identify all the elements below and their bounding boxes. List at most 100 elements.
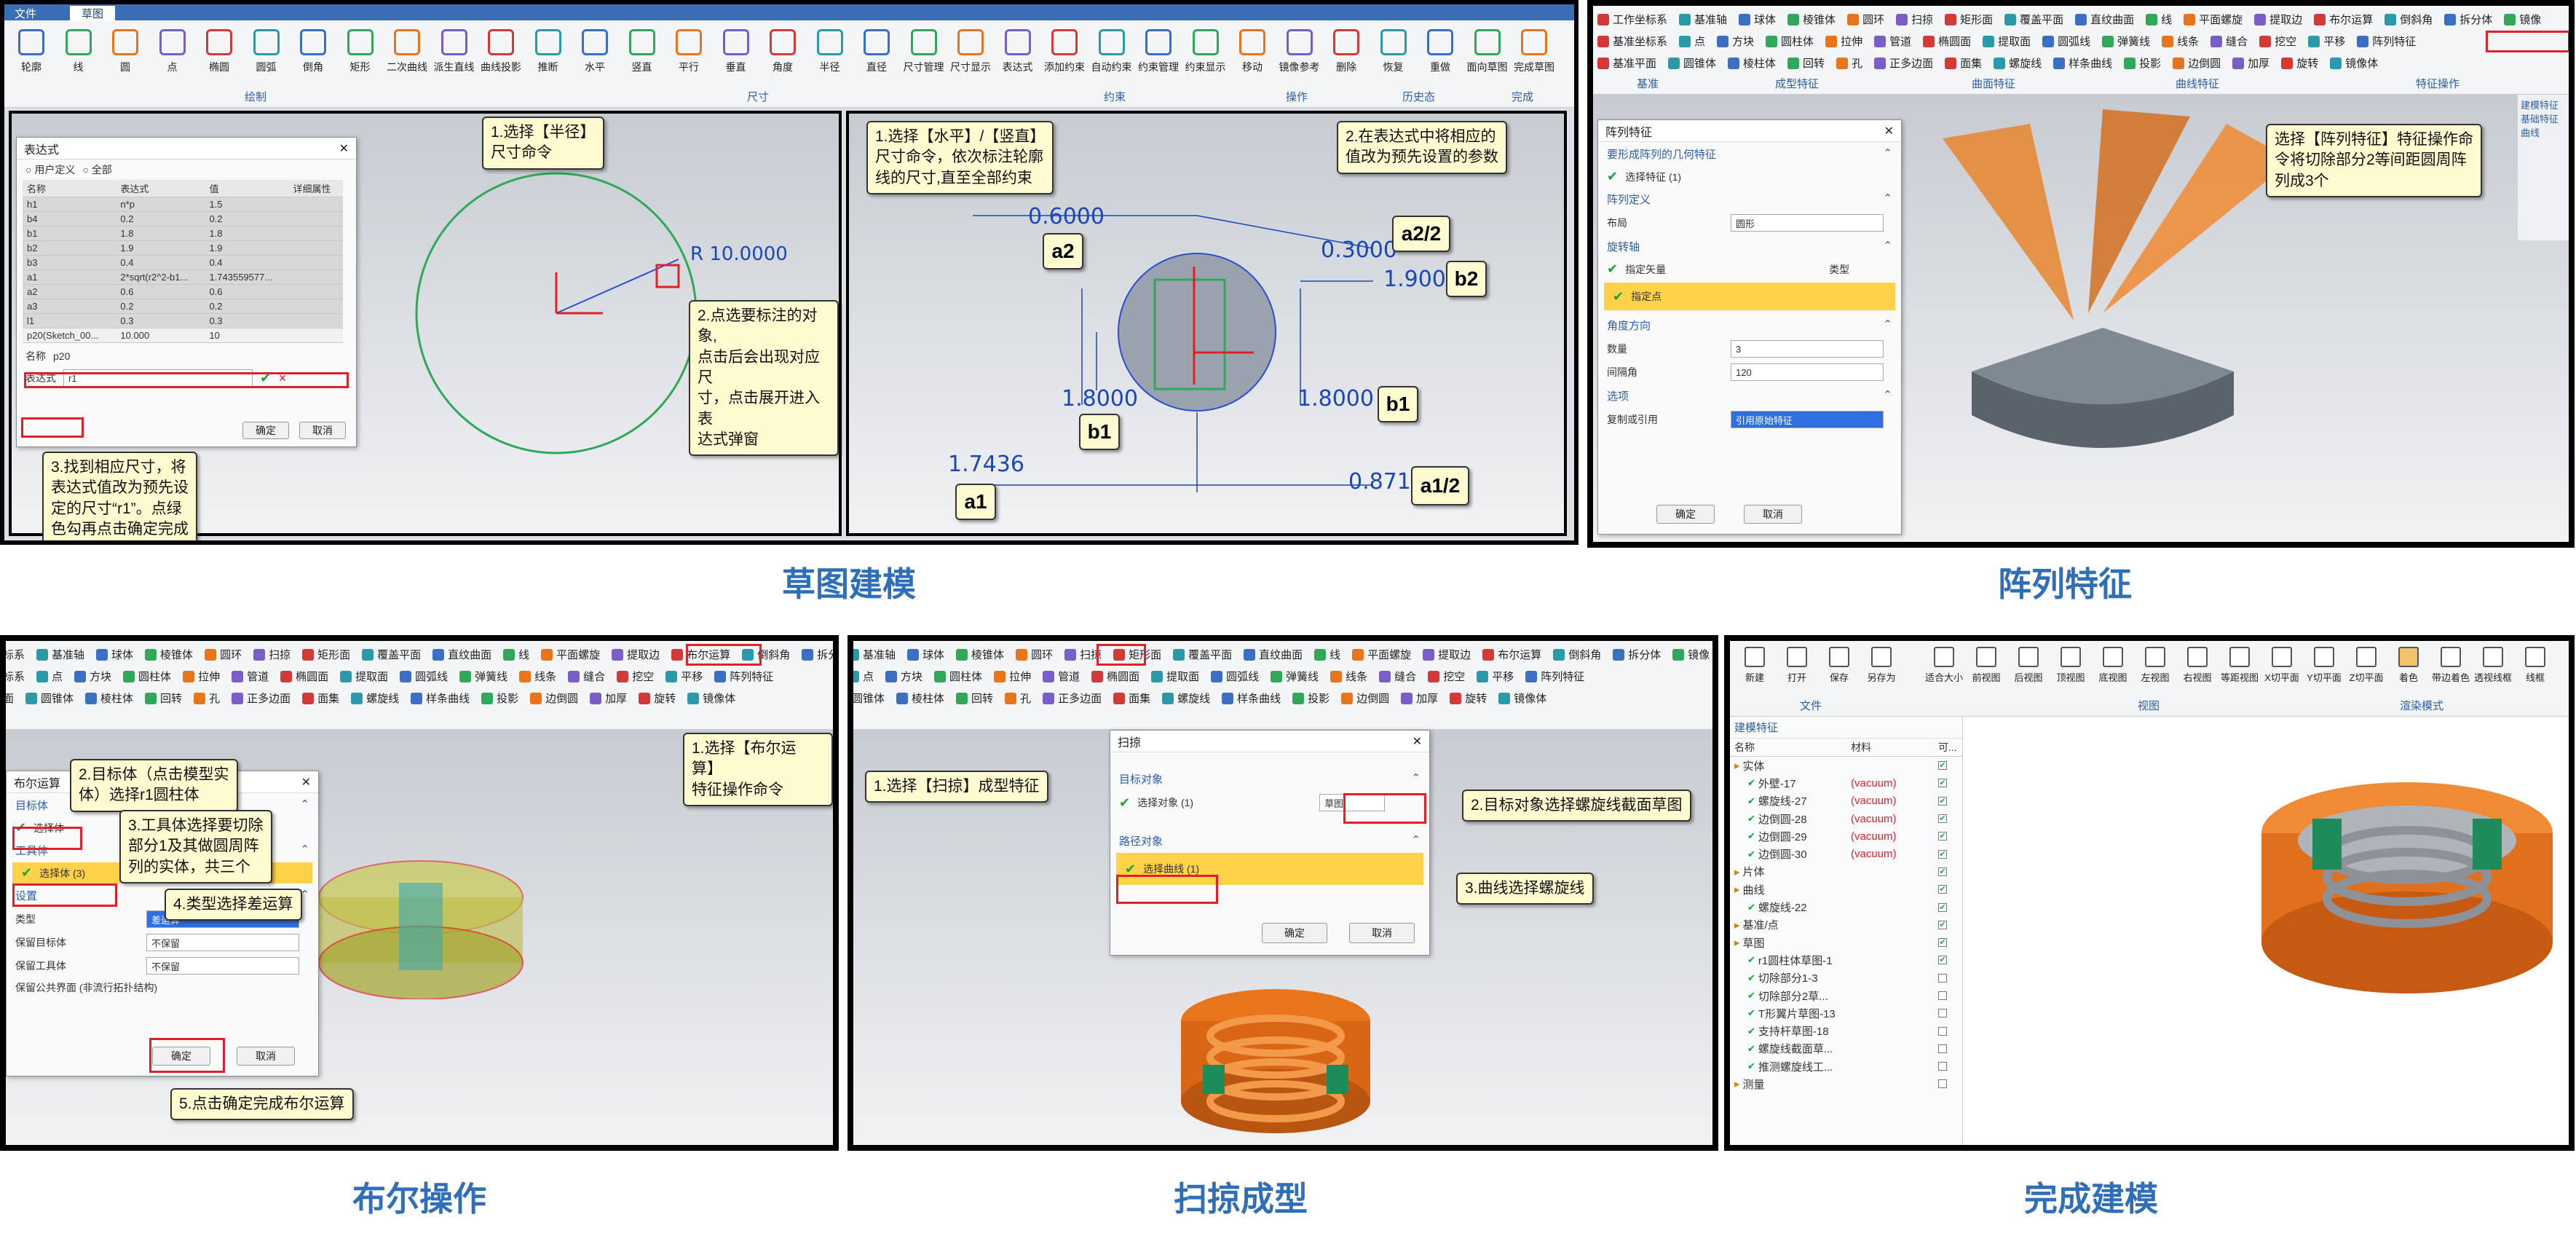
visibility-checkbox[interactable]: ✔ [1938, 796, 1947, 806]
filter-all[interactable]: ○ 全部 [82, 162, 111, 177]
ribbon-item[interactable]: 管道 [1874, 34, 1911, 49]
table-row[interactable]: l1 0.3 0.3 [23, 313, 343, 328]
ribbon-item[interactable]: 镜像体 [687, 690, 735, 706]
ribbon-item[interactable]: 棱柱体 [896, 690, 944, 706]
ribbon-item[interactable]: 棱柱体 [85, 690, 133, 706]
select-target[interactable]: 选择对象 (1) [1137, 795, 1312, 810]
ribbon-item[interactable]: 球体 [907, 647, 944, 662]
ribbon-item[interactable]: 方块 [885, 669, 922, 684]
ribbon-item[interactable]: 方块 [1717, 34, 1754, 49]
tool-button-30[interactable]: 重做 [1418, 25, 1463, 83]
tab-file[interactable]: 文件 [15, 6, 36, 21]
ribbon-item[interactable]: 工作坐标系 [6, 647, 25, 662]
table-row[interactable]: p20(Sketch_00... 10.000 10 [23, 328, 343, 343]
sketch-viewport-radius[interactable]: R 10.0000 1.选择【半径】 尺寸命令 2.点选要标注的对象, 点击后会… [9, 111, 842, 540]
ribbon-item[interactable]: 回转 [1787, 55, 1825, 71]
ribbon-item[interactable]: 提取面 [1151, 669, 1199, 684]
ribbon-item[interactable]: 圆柱体 [934, 669, 982, 684]
ribbon-item[interactable]: 面集 [302, 690, 339, 706]
ribbon-item[interactable]: 样条曲线 [2053, 55, 2112, 71]
cancel-button[interactable]: 取消 [1744, 505, 1802, 524]
ribbon-item[interactable]: 提取边 [612, 647, 660, 662]
array-viewport[interactable]: 选择【阵列特征】特征操作命 令将切除部分2等间距圆周阵 列成3个 建模特征 基础… [1593, 95, 2569, 542]
ribbon-item[interactable]: 面集 [1113, 690, 1150, 706]
ribbon-item[interactable]: 覆盖平面 [1173, 647, 1232, 662]
ribbon-item[interactable]: 圆弧线 [1211, 669, 1259, 684]
tree-item[interactable]: ▸ 测量 [1734, 1075, 1958, 1093]
ribbon-item[interactable]: 球体 [96, 647, 133, 662]
ribbon-item[interactable]: 圆环 [1847, 12, 1884, 27]
tab-sketch[interactable]: 草图 [70, 6, 116, 21]
tree-item[interactable]: ✔ 切除部分1-3 [1734, 969, 1958, 987]
cancel-button[interactable]: 取消 [1349, 923, 1415, 943]
ribbon-item[interactable]: 面集 [1945, 55, 1982, 71]
table-row[interactable]: a1 2*sqrt(r2^2-b1... 1.743559577... [23, 269, 343, 285]
ribbon-item[interactable]: 棱柱体 [1728, 55, 1776, 71]
tool-button-5[interactable]: 圆弧 [244, 25, 289, 83]
tool-button-27[interactable]: 镜像参考 [1277, 25, 1322, 83]
table-row[interactable]: a2 0.6 0.6 [23, 284, 343, 299]
view-tool-18[interactable]: 线框 [2515, 644, 2556, 684]
ribbon-item[interactable]: 提取边 [2254, 12, 2302, 27]
count-input[interactable]: 3 [1731, 340, 1884, 358]
tool-button-15[interactable]: 垂直 [714, 25, 759, 83]
ribbon-item[interactable]: 加厚 [1401, 690, 1438, 706]
keep-tool-select[interactable]: 不保留 [146, 957, 299, 975]
ribbon-item[interactable]: 加厚 [2232, 55, 2269, 71]
visibility-checkbox[interactable] [1938, 973, 1947, 983]
view-tool-7[interactable]: 顶视图 [2050, 644, 2091, 684]
ribbon-item[interactable]: 覆盖平面 [362, 647, 421, 662]
ribbon-item[interactable]: 弹簧线 [1271, 669, 1319, 684]
ribbon-item[interactable]: 旋转 [2281, 55, 2318, 71]
tool-button-17[interactable]: 半径 [807, 25, 853, 83]
ribbon-item[interactable]: 圆弧线 [2042, 34, 2090, 49]
tool-button-16[interactable]: 角度 [760, 25, 805, 83]
view-tool-11[interactable]: 等距视图 [2219, 644, 2260, 684]
ribbon-item[interactable]: 点 [1679, 34, 1705, 49]
tree-item[interactable]: ✔ 支持杆草图-18 [1734, 1022, 1958, 1039]
ribbon-item[interactable]: 拆分体 [1613, 647, 1661, 662]
view-tool-3[interactable]: 另存为 [1861, 644, 1902, 684]
tool-button-9[interactable]: 派生直线 [432, 25, 477, 83]
ribbon-item[interactable]: 正多边面 [1043, 690, 1102, 706]
tree-item[interactable]: ✔ 螺旋线截面草... [1734, 1040, 1958, 1058]
view-tool-8[interactable]: 底视图 [2093, 644, 2133, 684]
visibility-checkbox[interactable]: ✔ [1938, 814, 1947, 824]
ribbon-item[interactable]: 投影 [1292, 690, 1330, 706]
view-tool-10[interactable]: 右视图 [2177, 644, 2218, 684]
ribbon-item[interactable]: 镜像 [1672, 647, 1710, 662]
ribbon-item[interactable]: 圆环 [1016, 647, 1053, 662]
ribbon-item[interactable]: 正多边面 [232, 690, 291, 706]
table-row[interactable]: b3 0.4 0.4 [23, 255, 343, 270]
keep-target-select[interactable]: 不保留 [146, 934, 299, 951]
ribbon-item[interactable]: 边倒圆 [530, 690, 578, 706]
tool-button-0[interactable]: 轮廓 [9, 25, 54, 83]
ribbon-item[interactable]: 孔 [1005, 690, 1031, 706]
ribbon-item[interactable]: 平移 [2308, 34, 2345, 49]
ribbon-item[interactable]: 点 [36, 669, 63, 684]
ribbon-item[interactable]: 棱锥体 [145, 647, 193, 662]
visibility-checkbox[interactable]: ✔ [1938, 956, 1947, 965]
ribbon-item[interactable]: 缝合 [568, 669, 605, 684]
tool-button-14[interactable]: 平行 [666, 25, 711, 83]
ribbon-item[interactable]: 提取边 [1423, 647, 1471, 662]
ribbon-item[interactable]: 工作坐标系 [1597, 12, 1667, 27]
close-icon[interactable]: ✕ [301, 775, 311, 790]
tool-button-31[interactable]: 面向草图 [1465, 25, 1510, 83]
ribbon-item[interactable]: 平面螺旋 [2184, 12, 2243, 27]
cancel-button[interactable]: 取消 [299, 422, 346, 439]
side-item-features[interactable]: 建模特征 [2521, 98, 2566, 111]
ribbon-item[interactable]: 样条曲线 [411, 690, 470, 706]
tree-item[interactable]: ✔ 边倒圆-29 (vacuum) ✔ [1734, 827, 1958, 845]
visibility-checkbox[interactable]: ✔ [1938, 920, 1947, 929]
ribbon-item[interactable]: 倒斜角 [1553, 647, 1601, 662]
ribbon-item[interactable]: 基准坐标系 [1597, 34, 1667, 49]
view-tool-5[interactable]: 前视图 [1966, 644, 2007, 684]
tool-button-2[interactable]: 圆 [103, 25, 148, 83]
visibility-checkbox[interactable] [1938, 1009, 1947, 1018]
visibility-checkbox[interactable]: ✔ [1938, 832, 1947, 841]
ribbon-item[interactable]: 拆分体 [802, 647, 833, 662]
ribbon-item[interactable]: 挖空 [617, 669, 654, 684]
ribbon-item[interactable]: 方块 [74, 669, 111, 684]
sketch-viewport-dimensions[interactable]: 1.选择【水平】/【竖直】 尺寸命令，依次标注轮廓 线的尺寸,直至全部约束 2.… [846, 111, 1567, 536]
